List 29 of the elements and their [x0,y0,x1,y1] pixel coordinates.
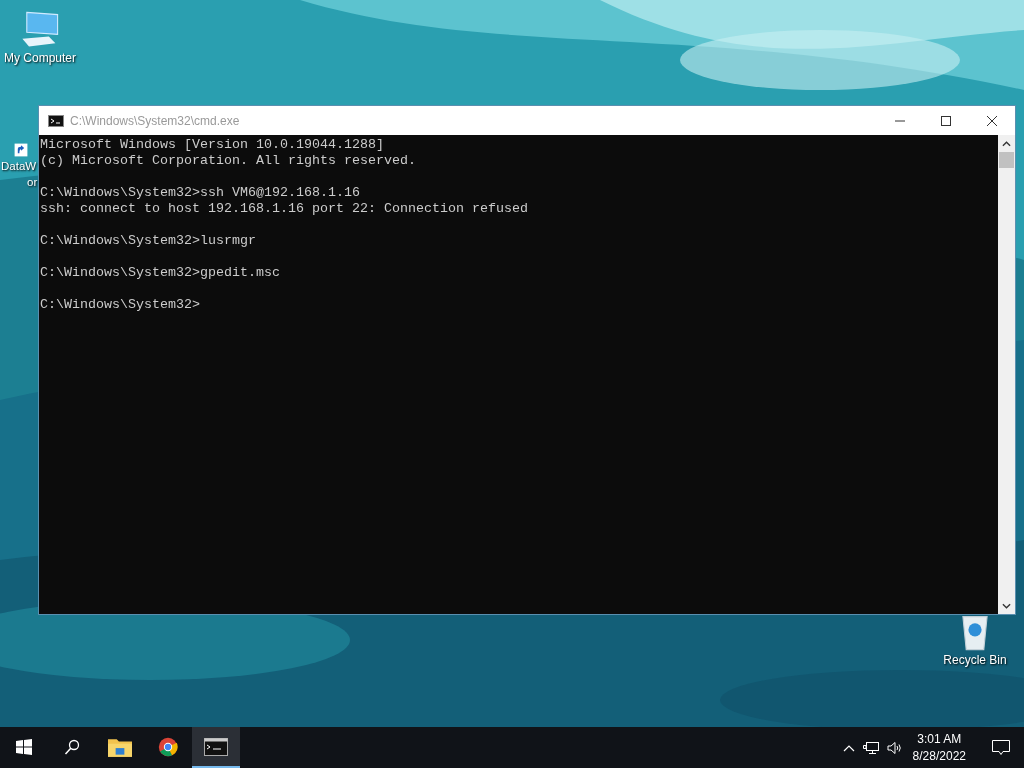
console-icon [48,114,64,127]
caret-down-icon [1002,602,1011,609]
caret-up-icon [1002,140,1011,147]
close-icon [987,115,997,126]
search-icon [64,738,80,755]
console-line: C:\Windows\System32> [40,297,201,313]
volume-icon[interactable] [886,740,903,755]
windows-logo-icon [16,738,32,755]
console-line: C:\Windows\System32>ssh VM6@192.168.1.16 [40,185,361,201]
console-app-button[interactable] [192,727,240,768]
caret-up-icon[interactable] [842,743,855,752]
desktop-icon-label[interactable]: Recycle Bin [943,652,1007,668]
console-line: C:\Windows\System32>lusrmgr [40,233,257,249]
console-line: ssh: connect to host 192.168.1.16 port 22: Connection refused [40,201,529,217]
scrollbar-thumb[interactable] [999,152,1014,168]
desktop-icon-label[interactable]: or [27,174,38,190]
console-line: (c) Microsoft Corporation. All rights reserved. [40,153,417,169]
desktop-icon-label[interactable]: DataW [1,158,37,174]
window-title: C:\Windows\System32\cmd.exe [70,113,240,128]
network-icon[interactable] [862,740,879,755]
desktop-icon-label[interactable]: My Computer [4,50,76,66]
clock[interactable]: 3:01 AM 8/28/2022 [906,730,972,765]
console-line: C:\Windows\System32>gpedit.msc [40,265,281,281]
console-icon [204,736,228,757]
maximize-icon [941,115,951,126]
folder-icon [108,736,132,757]
console-line: Microsoft Windows [Version 10.0.19044.1288] [40,137,385,153]
browser-icon [156,736,180,757]
notifications-icon[interactable] [992,739,1010,756]
